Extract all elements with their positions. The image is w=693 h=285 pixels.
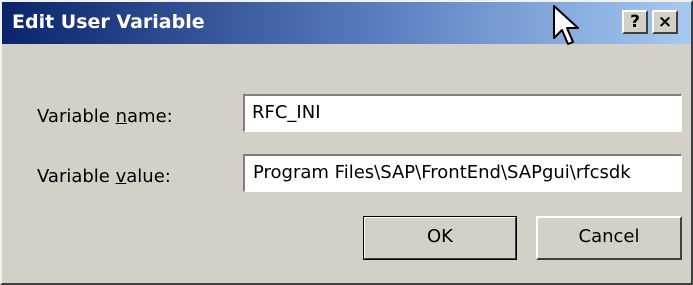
close-button[interactable]: ×	[652, 10, 678, 34]
window-title: Edit User Variable	[12, 11, 205, 33]
ok-button[interactable]: OK	[363, 216, 517, 260]
variable-name-input[interactable]: RFC_INI	[243, 94, 682, 132]
cancel-button[interactable]: Cancel	[536, 216, 682, 260]
variable-value-input[interactable]: Program Files\SAP\FrontEnd\SAPgui\rfcsdk	[243, 154, 682, 192]
variable-name-label: Variable name:	[37, 106, 173, 127]
mouse-cursor-icon	[553, 5, 579, 45]
title-bar[interactable]: Edit User Variable ? ×	[2, 2, 691, 44]
variable-value-text: Program Files\SAP\FrontEnd\SAPgui\rfcsdk	[253, 162, 631, 183]
variable-value-label: Variable value:	[37, 166, 171, 187]
edit-user-variable-dialog: Edit User Variable ? × Variable name: RF…	[0, 0, 693, 285]
help-button[interactable]: ?	[622, 10, 648, 34]
